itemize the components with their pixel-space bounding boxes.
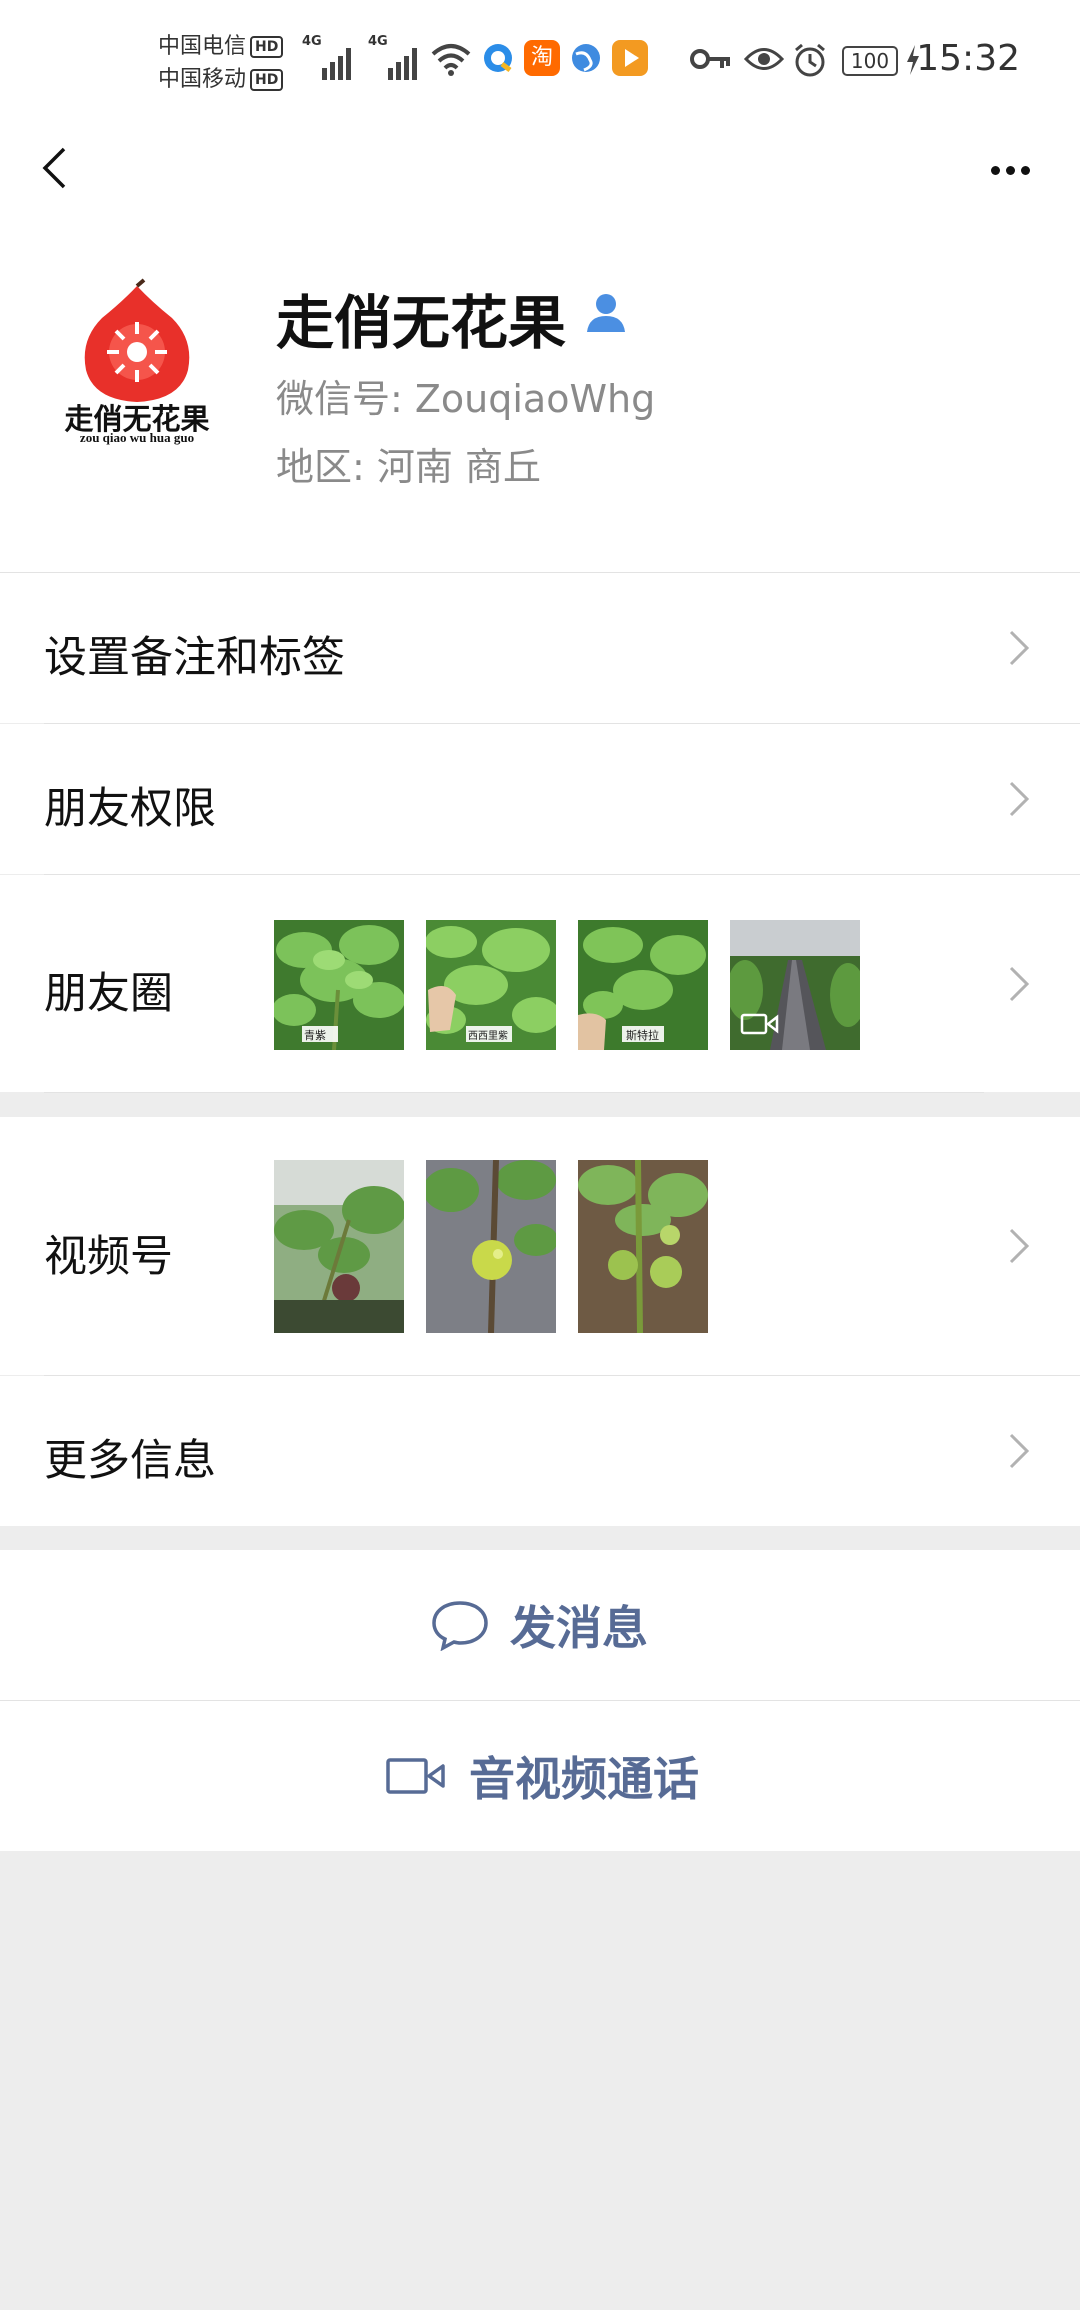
thumb-caption: 斯特拉 [626, 1029, 659, 1042]
moments-video-thumb[interactable] [730, 920, 860, 1050]
carrier-info: 中国电信 HD 中国移动 HD [158, 30, 284, 96]
more-dots-icon[interactable] [985, 160, 1030, 179]
wechat-id: 微信号: ZouqiaoWhg [276, 377, 656, 421]
profile-header: 走俏无花果 zou qiao wu hua guo 走俏无花果 微信号: Zou… [0, 220, 1080, 572]
more-info-label: 更多信息 [44, 1436, 216, 1486]
send-message-button[interactable]: 发消息 [0, 1550, 1080, 1700]
friend-permissions-row[interactable]: 朋友权限 [0, 724, 1080, 874]
carrier-2: 中国移动 [158, 67, 247, 92]
logo-pinyin: zou qiao wu hua guo [79, 430, 195, 445]
chevron-right-icon [1009, 781, 1030, 817]
channels-thumb[interactable] [274, 1160, 404, 1333]
chevron-right-icon [1009, 630, 1030, 666]
chevron-right-icon [1009, 966, 1030, 1002]
key-icon [690, 49, 730, 69]
video-call-label: 音视频通话 [469, 1752, 699, 1806]
browser-icon [480, 40, 516, 76]
taobao-icon: 淘 [524, 40, 560, 76]
moments-thumb[interactable]: 斯特拉 [578, 920, 708, 1050]
chevron-right-icon [1009, 1433, 1030, 1469]
play-icon [612, 40, 648, 76]
remark-tags-label: 设置备注和标签 [44, 633, 345, 683]
clock-time: 15:32 [916, 38, 1020, 79]
region: 地区: 河南 商丘 [276, 445, 541, 489]
moments-row[interactable]: 朋友圈 青紫 西西里紫 斯特拉 [0, 875, 1080, 1092]
channels-label: 视频号 [44, 1232, 173, 1282]
battery-icon: 100 [842, 46, 898, 76]
eye-icon [744, 48, 784, 70]
more-info-row[interactable]: 更多信息 [0, 1376, 1080, 1526]
moments-thumb[interactable]: 西西里紫 [426, 920, 556, 1050]
channels-row[interactable]: 视频号 [0, 1117, 1080, 1375]
video-call-content: 音视频通话 [385, 1701, 699, 1851]
moments-thumb[interactable]: 青紫 [274, 920, 404, 1050]
profile-avatar[interactable]: 走俏无花果 zou qiao wu hua guo [52, 278, 222, 448]
thumb-caption: 青紫 [304, 1029, 326, 1042]
profile-name: 走俏无花果 [276, 289, 567, 357]
user-icon [587, 294, 625, 332]
divider [44, 1092, 984, 1093]
thumb-caption: 西西里紫 [468, 1031, 508, 1042]
friend-permissions-label: 朋友权限 [44, 784, 216, 834]
alarm-icon [795, 43, 825, 77]
send-message-label: 发消息 [510, 1601, 648, 1655]
status-bar: 中国电信 HD 中国移动 HD 4G 4G 淘 100 15:32 [0, 0, 1080, 120]
chevron-right-icon [1009, 1228, 1030, 1264]
back-arrow-icon[interactable] [40, 146, 70, 190]
wifi-icon [431, 44, 471, 76]
chat-bubble-icon [432, 1601, 488, 1651]
remark-tags-row[interactable]: 设置备注和标签 [0, 573, 1080, 723]
carrier-1: 中国电信 [158, 34, 247, 59]
channels-thumb[interactable] [578, 1160, 708, 1333]
channels-thumb[interactable] [426, 1160, 556, 1333]
hd-badge: HD [250, 36, 284, 58]
nav-bar [0, 120, 1080, 220]
globe-icon [568, 40, 604, 76]
video-camera-icon [740, 1013, 779, 1035]
video-camera-icon [386, 1758, 445, 1794]
moments-label: 朋友圈 [44, 969, 173, 1019]
video-call-button[interactable]: 音视频通话 [0, 1701, 1080, 1851]
hd-badge: HD [250, 69, 284, 91]
send-message-content: 发消息 [430, 1550, 648, 1700]
